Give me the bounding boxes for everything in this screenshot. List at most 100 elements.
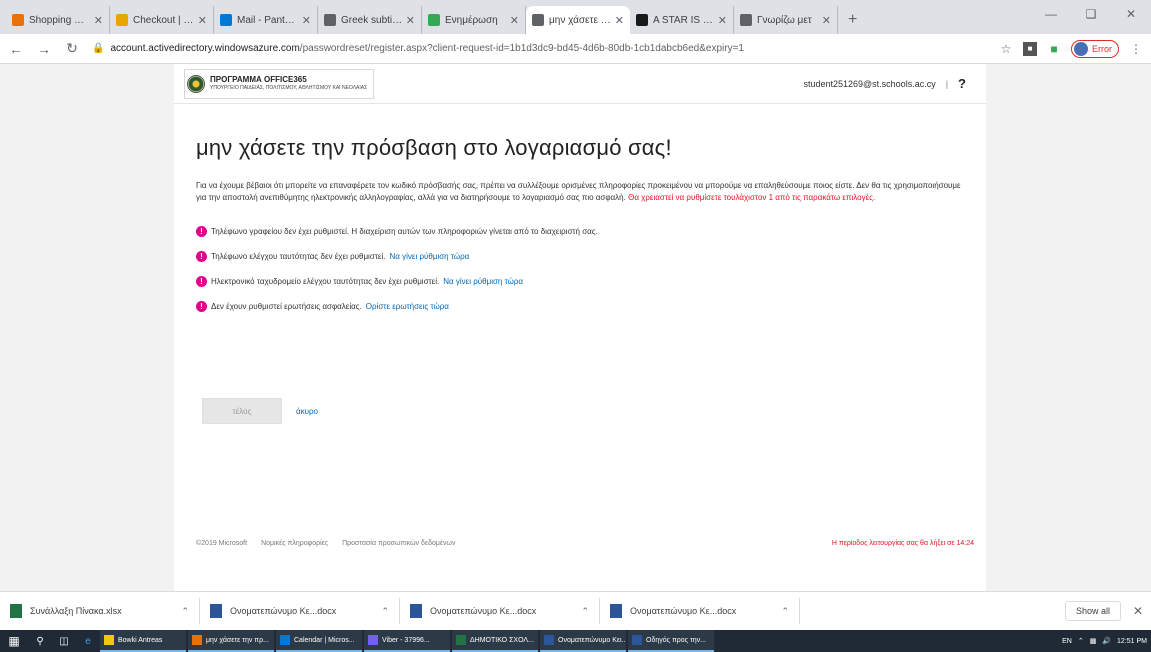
help-icon[interactable]: ? [958, 76, 966, 91]
browser-toolbar: ← → ↻ 🔒 account.activedirectory.windowsa… [0, 34, 1151, 64]
clock[interactable]: 12:51 PM [1117, 638, 1147, 645]
taskbar-app-label: ΔΗΜΟΤΙΚΟ ΣΧΟΛ... [470, 636, 534, 644]
app-icon [456, 635, 466, 645]
tab-close-icon[interactable]: ✕ [198, 14, 207, 27]
tab-title: Shopping Cart [29, 14, 91, 26]
download-item[interactable]: Συνάλλαξη Πίνακα.xlsx ⌃ [10, 598, 200, 624]
volume-icon[interactable]: 🔊 [1102, 637, 1111, 645]
maximize-icon[interactable]: ❑ [1071, 0, 1111, 28]
extension-icon[interactable]: ■ [1023, 41, 1037, 56]
download-item[interactable]: Ονοματεπώνυμο Κε...docx ⌃ [210, 598, 400, 624]
tab-close-icon[interactable]: ✕ [718, 14, 727, 27]
windows-start-icon[interactable]: ▦ [0, 630, 28, 652]
browser-tab[interactable]: Γνωρίζω μετ ✕ [734, 6, 838, 34]
intro-text: Για να έχουμε βέβαιοι ότι μπορείτε να επ… [196, 180, 972, 204]
language-indicator[interactable]: EN [1062, 638, 1072, 645]
cancel-link[interactable]: άκυρο [296, 407, 318, 416]
download-filename: Ονοματεπώνυμο Κε...docx [630, 606, 737, 616]
menu-icon[interactable]: ⋮ [1129, 42, 1143, 56]
extension-green-icon[interactable]: ■ [1047, 42, 1061, 56]
browser-tab[interactable]: Shopping Cart ✕ [6, 6, 110, 34]
setup-now-link[interactable]: Να γίνει ρύθμιση τώρα [443, 277, 523, 286]
alert-icon: ! [196, 251, 207, 262]
taskbar-app[interactable]: Οδηγός προς την... [628, 630, 714, 652]
profile-error-button[interactable]: Error [1071, 39, 1119, 58]
tab-close-icon[interactable]: ✕ [406, 14, 415, 27]
tab-close-icon[interactable]: ✕ [94, 14, 103, 27]
file-icon [10, 604, 22, 618]
browser-tab[interactable]: A STAR IS BORN✕ [630, 6, 734, 34]
taskbar-app[interactable]: ΔΗΜΟΤΙΚΟ ΣΧΟΛ... [452, 630, 538, 652]
page-viewport: ΠΡΟΓΡΑΜΜΑ OFFICE365 ΥΠΟΥΡΓΕΙΟ ΠΑΙΔΕΙΑΣ, … [0, 64, 1151, 591]
tab-close-icon[interactable]: ✕ [615, 14, 624, 27]
favicon-icon [740, 14, 752, 26]
close-icon[interactable]: ✕ [1111, 0, 1151, 28]
footer-privacy-link[interactable]: Προστασία προσωπικών δεδομένων [342, 540, 455, 547]
tab-title: Greek subtitles [341, 14, 403, 26]
tab-close-icon[interactable]: ✕ [302, 14, 311, 27]
tab-close-icon[interactable]: ✕ [822, 14, 831, 27]
taskbar-app[interactable]: Calendar | Micros... [276, 630, 362, 652]
task-view-icon[interactable]: ◫ [52, 630, 76, 652]
verification-item: ! Τηλέφωνο ελέγχου ταυτότητας δεν έχει ρυ… [196, 251, 986, 262]
taskbar-app[interactable]: Ονοματεπώνυμο Κει... [540, 630, 626, 652]
favicon-icon [220, 14, 232, 26]
chevron-up-icon[interactable]: ⌃ [781, 606, 789, 617]
chevron-up-icon[interactable]: ⌃ [181, 606, 189, 617]
chevron-up-icon[interactable]: ⌃ [381, 606, 389, 617]
page-content: μην χάσετε την πρόσβαση στο λογαριασμό σ… [174, 135, 986, 312]
favicon-icon [324, 14, 336, 26]
browser-tab[interactable]: Greek subtitles ✕ [318, 6, 422, 34]
browser-tab[interactable]: Checkout | eBay✕ [110, 6, 214, 34]
edge-icon[interactable]: e [76, 630, 100, 652]
profile-error-label: Error [1092, 43, 1112, 54]
address-bar[interactable]: 🔒 account.activedirectory.windowsazure.c… [92, 38, 951, 60]
favicon-icon [532, 14, 544, 26]
download-filename: Ονοματεπώνυμο Κε...docx [430, 606, 537, 616]
browser-tab[interactable]: Mail - Pantelis ✕ [214, 6, 318, 34]
download-item[interactable]: Ονοματεπώνυμο Κε...docx ⌃ [410, 598, 600, 624]
forward-icon[interactable]: → [32, 37, 56, 61]
verification-item-text: Τηλέφωνο γραφείου δεν έχει ρυθμιστεί. Η … [211, 227, 598, 236]
back-icon[interactable]: ← [4, 37, 28, 61]
taskbar-app-label: μην χάσετε την πρ... [206, 636, 269, 644]
taskbar-app[interactable]: Bowki Antreas [100, 630, 186, 652]
setup-now-link[interactable]: Να γίνει ρύθμιση τώρα [390, 252, 470, 261]
close-icon[interactable]: ✕ [1133, 604, 1143, 618]
app-icon [544, 635, 554, 645]
taskbar-app[interactable]: Viber - 37996... [364, 630, 450, 652]
taskbar-app[interactable]: μην χάσετε την πρ... [188, 630, 274, 652]
browser-tab[interactable]: Ενημέρωση ✕ [422, 6, 526, 34]
tab-title: Γνωρίζω μετ [757, 14, 812, 26]
tab-title: Checkout | eBay [133, 14, 195, 26]
network-icon[interactable]: ▩ [1090, 637, 1097, 645]
chevron-up-icon[interactable]: ⌃ [581, 606, 589, 617]
taskbar-app-label: Ονοματεπώνυμο Κει... [558, 636, 626, 644]
chevron-up-icon[interactable]: ⌃ [1078, 637, 1084, 645]
url-path: /passwordreset/register.aspx?client-requ… [299, 43, 744, 54]
window-controls: — ❑ ✕ [1031, 0, 1151, 28]
reload-icon[interactable]: ↻ [60, 37, 84, 61]
favicon-icon [116, 14, 128, 26]
verification-list: ! Τηλέφωνο γραφείου δεν έχει ρυθμιστεί. Η… [196, 226, 986, 312]
footer-legal-link[interactable]: Νομικές πληροφορίες [261, 540, 328, 547]
search-icon[interactable]: ⚲ [28, 630, 52, 652]
finish-button[interactable]: τέλος [202, 398, 282, 424]
file-icon [410, 604, 422, 618]
taskbar-app-label: Οδηγός προς την... [646, 636, 706, 644]
show-all-button[interactable]: Show all [1064, 601, 1121, 621]
favicon-icon [636, 14, 648, 26]
tab-title: μην χάσετε την [549, 14, 612, 26]
minimize-icon[interactable]: — [1031, 0, 1071, 28]
setup-now-link[interactable]: Ορίστε ερωτήσεις τώρα [366, 302, 449, 311]
app-icon [280, 635, 290, 645]
verification-item: ! Τηλέφωνο γραφείου δεν έχει ρυθμιστεί. Η… [196, 226, 986, 237]
browser-tab[interactable]: μην χάσετε την ✕ [526, 6, 630, 34]
bookmark-star-icon[interactable]: ☆ [999, 42, 1013, 56]
tab-close-icon[interactable]: ✕ [510, 14, 519, 27]
logo-line-2: ΥΠΟΥΡΓΕΙΟ ΠΑΙΔΕΙΑΣ, ΠΟΛΙΤΙΣΜΟΥ, ΑΘΛΗΤΙΣΜ… [210, 85, 368, 91]
download-item[interactable]: Ονοματεπώνυμο Κε...docx ⌃ [610, 598, 800, 624]
account-email[interactable]: student251269@st.schools.ac.cy [803, 79, 935, 89]
alert-icon: ! [196, 276, 207, 287]
new-tab-icon[interactable]: + [838, 6, 867, 34]
